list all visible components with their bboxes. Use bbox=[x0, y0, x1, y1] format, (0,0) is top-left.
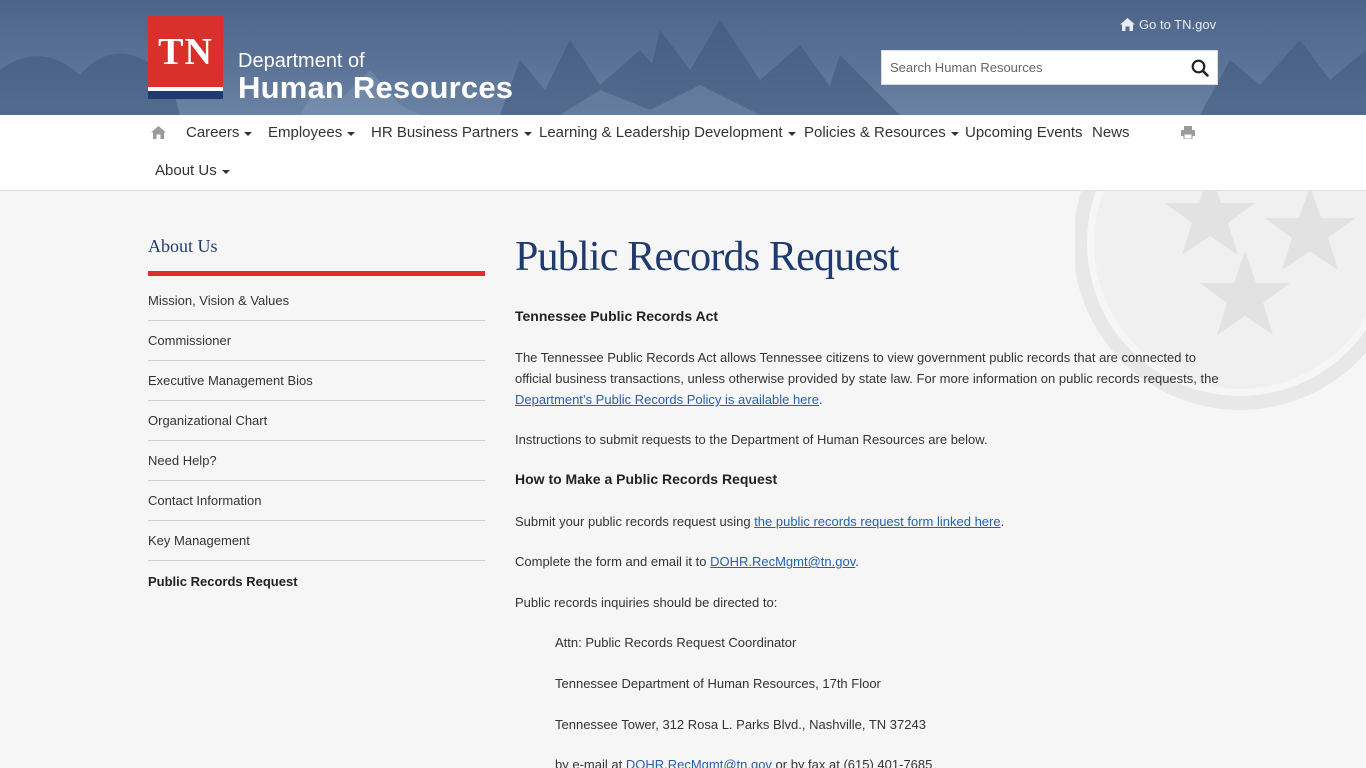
sidebar-divider bbox=[148, 271, 485, 276]
chevron-down-icon bbox=[950, 131, 959, 136]
chevron-down-icon bbox=[244, 131, 253, 136]
sidebar-nav: Mission, Vision & Values Commissioner Ex… bbox=[148, 281, 485, 601]
nav-item-about-us[interactable]: About Us bbox=[155, 162, 230, 179]
nav-home-button[interactable] bbox=[151, 126, 166, 139]
home-icon bbox=[151, 126, 166, 139]
nav-item-learning-leadership[interactable]: Learning & Leadership Development bbox=[539, 124, 796, 141]
request-form-link[interactable]: the public records request form linked h… bbox=[754, 514, 1000, 529]
paragraph-public-records-act: The Tennessee Public Records Act allows … bbox=[515, 347, 1225, 410]
dept-name-line2[interactable]: Human Resources bbox=[238, 70, 513, 106]
email-text: Complete the form and email it to bbox=[515, 554, 711, 569]
paragraph-inquiries: Public records inquiries should be direc… bbox=[515, 595, 778, 610]
paragraph-line: The Tennessee Public Records Act allows … bbox=[515, 350, 1196, 365]
print-icon bbox=[1181, 126, 1195, 139]
search-box bbox=[881, 50, 1218, 85]
policy-link[interactable]: Department’s Public Records Policy is av… bbox=[515, 392, 819, 407]
sidebar-item-executive-bios[interactable]: Executive Management Bios bbox=[148, 361, 485, 401]
nav-item-employees[interactable]: Employees bbox=[268, 124, 356, 141]
contact-suffix: or by fax at (615) 401-7685 bbox=[771, 757, 933, 768]
go-to-tngov-label: Go to TN.gov bbox=[1139, 16, 1217, 32]
sidebar-title[interactable]: About Us bbox=[148, 236, 218, 257]
paragraph-instructions: Instructions to submit requests to the D… bbox=[515, 432, 988, 447]
sidebar-item-mission[interactable]: Mission, Vision & Values bbox=[148, 281, 485, 321]
nav-item-careers[interactable]: Careers bbox=[186, 124, 253, 141]
chevron-down-icon bbox=[347, 131, 356, 136]
main-content: Public Records Request bbox=[515, 228, 1225, 286]
contact-prefix: by e-mail at bbox=[555, 757, 626, 768]
heading-how-to-request: How to Make a Public Records Request bbox=[515, 471, 778, 487]
chevron-down-icon bbox=[221, 169, 230, 174]
submit-text: Submit your public records request using bbox=[515, 514, 755, 529]
logo-stripe-blue bbox=[148, 91, 223, 99]
nav-item-label: News bbox=[1092, 124, 1130, 141]
search-button[interactable] bbox=[1182, 51, 1217, 84]
sidebar-item-need-help[interactable]: Need Help? bbox=[148, 441, 485, 481]
nav-item-label: Employees bbox=[268, 124, 343, 141]
nav-item-hr-business-partners[interactable]: HR Business Partners bbox=[371, 124, 532, 141]
address-attn: Attn: Public Records Request Coordinator bbox=[555, 635, 797, 650]
email-link[interactable]: DOHR.RecMgmt@tn.gov bbox=[710, 554, 855, 569]
address-dept: Tennessee Department of Human Resources,… bbox=[555, 676, 881, 691]
address-contact: by e-mail at DOHR.RecMgmt@tn.gov or by f… bbox=[555, 754, 932, 768]
page-title: Public Records Request bbox=[515, 234, 899, 280]
nav-item-label: HR Business Partners bbox=[371, 124, 519, 141]
sidebar-item-contact[interactable]: Contact Information bbox=[148, 481, 485, 521]
print-button[interactable] bbox=[1181, 126, 1195, 139]
nav-item-label: About Us bbox=[155, 162, 217, 179]
nav-item-policies-resources[interactable]: Policies & Resources bbox=[804, 124, 959, 141]
site-header: TN Department of Human Resources Go to T… bbox=[0, 0, 1366, 115]
chevron-down-icon bbox=[787, 131, 796, 136]
search-input[interactable] bbox=[882, 51, 1178, 84]
go-to-tngov-link[interactable]: Go to TN.gov bbox=[1120, 15, 1216, 33]
tn-logo[interactable]: TN bbox=[148, 16, 223, 99]
nav-item-label: Learning & Leadership Development bbox=[539, 124, 783, 141]
logo-text: TN bbox=[158, 31, 213, 73]
nav-item-label: Upcoming Events bbox=[965, 124, 1083, 141]
search-icon bbox=[1191, 59, 1209, 77]
heading-public-records-act: Tennessee Public Records Act bbox=[515, 308, 719, 324]
nav-item-label: Policies & Resources bbox=[804, 124, 946, 141]
email-link[interactable]: DOHR.RecMgmt@tn.gov bbox=[626, 757, 772, 768]
main-nav: Careers Employees HR Business Partners L… bbox=[0, 115, 1366, 191]
chevron-down-icon bbox=[523, 131, 532, 136]
nav-item-news[interactable]: News bbox=[1092, 124, 1130, 141]
paragraph-line: Department’s Public Records Policy is av… bbox=[515, 392, 823, 407]
nav-item-upcoming-events[interactable]: Upcoming Events bbox=[965, 124, 1083, 141]
paragraph-line: official business transactions, unless o… bbox=[515, 371, 1219, 386]
home-icon bbox=[1120, 17, 1135, 31]
nav-item-label: Careers bbox=[186, 124, 240, 141]
paragraph-submit: Submit your public records request using… bbox=[515, 514, 1005, 529]
sidebar-item-public-records[interactable]: Public Records Request bbox=[148, 561, 485, 601]
sidebar-item-key-management[interactable]: Key Management bbox=[148, 521, 485, 561]
sidebar-item-commissioner[interactable]: Commissioner bbox=[148, 321, 485, 361]
paragraph-email: Complete the form and email it to DOHR.R… bbox=[515, 554, 859, 569]
sidebar-item-org-chart[interactable]: Organizational Chart bbox=[148, 401, 485, 441]
address-tower: Tennessee Tower, 312 Rosa L. Parks Blvd.… bbox=[555, 717, 926, 732]
